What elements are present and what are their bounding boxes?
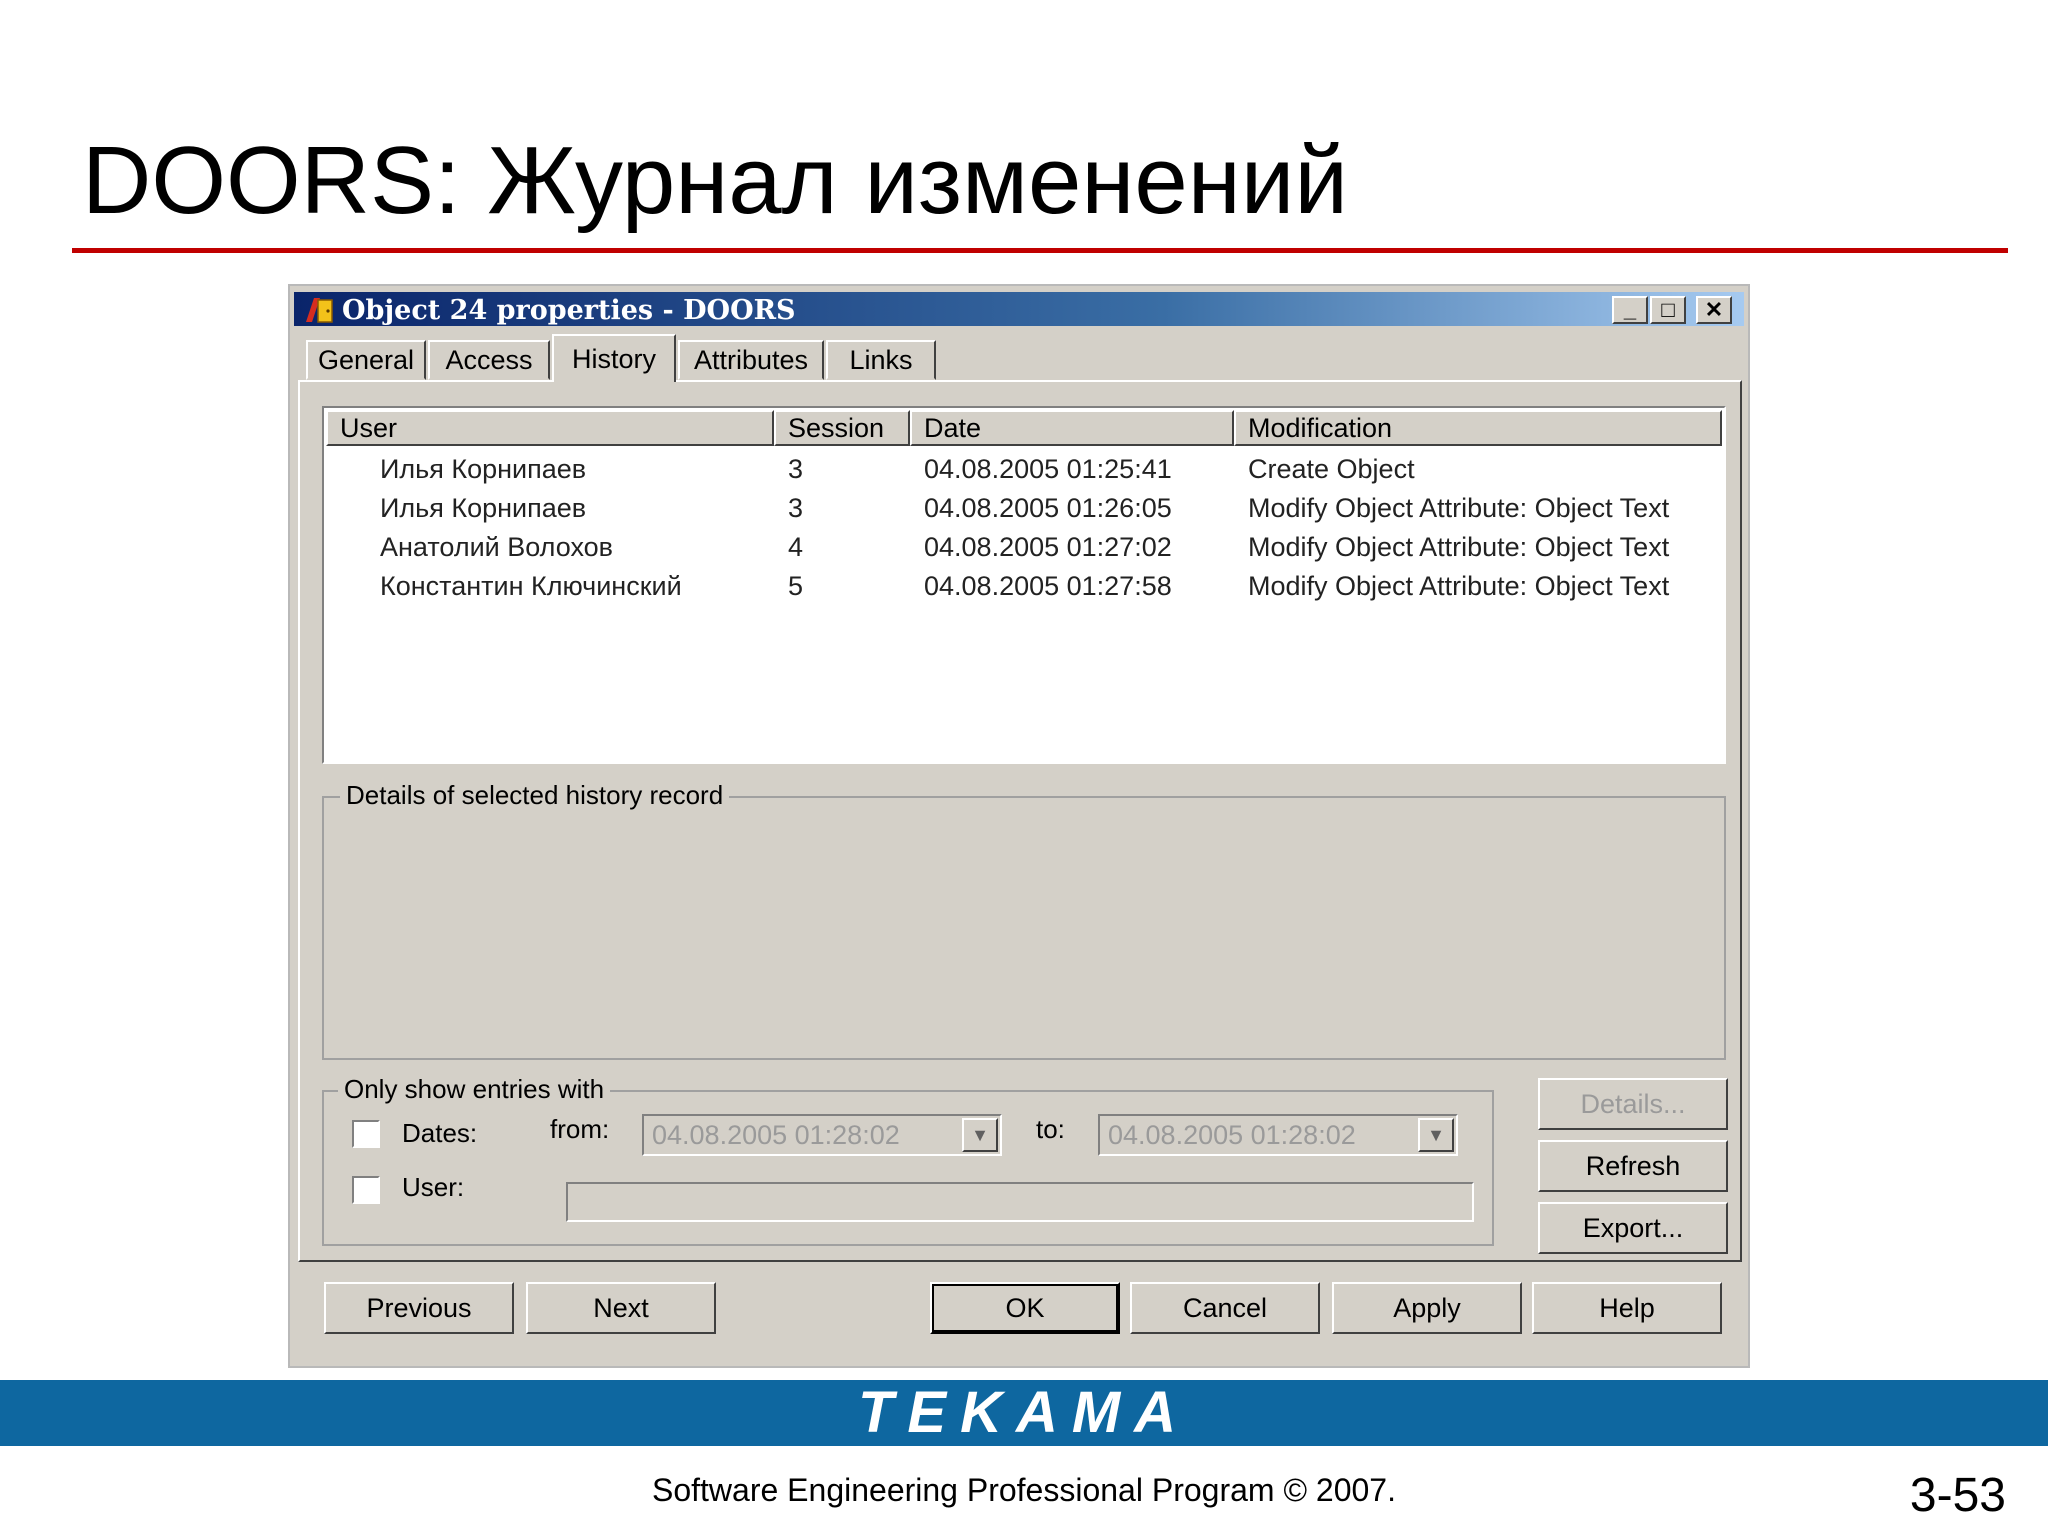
cell-date: 04.08.2005 01:27:02 — [924, 532, 1172, 562]
dates-checkbox[interactable] — [352, 1120, 380, 1148]
export-button[interactable]: Export... — [1538, 1202, 1728, 1254]
cell-session: 3 — [788, 454, 804, 484]
cell-modification: Modify Object Attribute: Object Text — [1248, 493, 1670, 523]
doors-app-icon — [304, 296, 334, 324]
history-list[interactable]: User Session Date Modification Илья Корн… — [322, 406, 1726, 764]
tab-attributes[interactable]: Attributes — [678, 340, 824, 380]
chevron-down-icon[interactable]: ▼ — [1418, 1118, 1454, 1152]
user-filter-input[interactable] — [566, 1182, 1474, 1222]
cell-modification: Modify Object Attribute: Object Text — [1248, 571, 1670, 601]
from-label: from: — [550, 1114, 610, 1144]
column-header-session[interactable]: Session — [774, 410, 910, 446]
to-date-combo[interactable]: 04.08.2005 01:28:02 ▼ — [1098, 1114, 1458, 1156]
to-date-value: 04.08.2005 01:28:02 — [1108, 1120, 1356, 1150]
table-row[interactable]: Константин Ключинский 5 04.08.2005 01:27… — [326, 569, 1722, 607]
footer-text: Software Engineering Professional Progra… — [652, 1472, 1396, 1508]
details-button[interactable]: Details... — [1538, 1078, 1728, 1130]
cell-user: Анатолий Волохов — [380, 532, 614, 562]
cell-session: 5 — [788, 571, 804, 601]
from-date-value: 04.08.2005 01:28:02 — [652, 1120, 900, 1150]
column-header-date[interactable]: Date — [910, 410, 1234, 446]
column-header-modification[interactable]: Modification — [1234, 410, 1722, 446]
tab-access[interactable]: Access — [428, 340, 550, 380]
to-label: to: — [1036, 1114, 1065, 1144]
minimize-icon: _ — [1623, 297, 1637, 322]
window-title: Object 24 properties - DOORS — [342, 295, 796, 326]
tab-general[interactable]: General — [306, 340, 426, 380]
cell-user: Илья Корнипаев — [380, 493, 587, 523]
cell-modification: Create Object — [1248, 454, 1415, 484]
cell-date: 04.08.2005 01:26:05 — [924, 493, 1172, 523]
table-row[interactable]: Илья Корнипаев 3 04.08.2005 01:26:05 Mod… — [326, 491, 1722, 529]
details-group — [322, 796, 1726, 1060]
table-row[interactable]: Анатолий Волохов 4 04.08.2005 01:27:02 M… — [326, 530, 1722, 568]
refresh-button[interactable]: Refresh — [1538, 1140, 1728, 1192]
previous-button[interactable]: Previous — [324, 1282, 514, 1334]
brand-logo-text: TEKAMA — [857, 1380, 1191, 1445]
help-button[interactable]: Help — [1532, 1282, 1722, 1334]
user-checkbox[interactable] — [352, 1176, 380, 1204]
details-group-label: Details of selected history record — [340, 780, 730, 811]
apply-button[interactable]: Apply — [1332, 1282, 1522, 1334]
next-button[interactable]: Next — [526, 1282, 716, 1334]
title-bar[interactable]: Object 24 properties - DOORS _ □ ✕ — [294, 292, 1744, 326]
dates-label: Dates: — [402, 1118, 478, 1148]
column-header-user[interactable]: User — [326, 410, 774, 446]
maximize-button[interactable]: □ — [1650, 296, 1686, 324]
close-button[interactable]: ✕ — [1696, 296, 1732, 324]
cell-modification: Modify Object Attribute: Object Text — [1248, 532, 1670, 562]
title-divider — [72, 248, 2008, 253]
slide-title: DOORS: Журнал изменений — [82, 127, 1349, 234]
tab-history[interactable]: History — [552, 334, 676, 382]
object-properties-dialog: Object 24 properties - DOORS _ □ ✕ Gener… — [288, 284, 1750, 1368]
table-row[interactable]: Илья Корнипаев 3 04.08.2005 01:25:41 Cre… — [326, 452, 1722, 490]
cell-date: 04.08.2005 01:27:58 — [924, 571, 1172, 601]
from-date-combo[interactable]: 04.08.2005 01:28:02 ▼ — [642, 1114, 1002, 1156]
cell-session: 3 — [788, 493, 804, 523]
cell-user: Илья Корнипаев — [380, 454, 587, 484]
cancel-button[interactable]: Cancel — [1130, 1282, 1320, 1334]
minimize-button[interactable]: _ — [1612, 296, 1648, 324]
cell-date: 04.08.2005 01:25:41 — [924, 454, 1172, 484]
cell-user: Константин Ключинский — [380, 571, 682, 601]
ok-button[interactable]: OK — [930, 1282, 1120, 1334]
tab-links[interactable]: Links — [826, 340, 936, 380]
user-label: User: — [402, 1172, 465, 1202]
filter-group-label: Only show entries with — [338, 1074, 611, 1105]
page-number: 3-53 — [1909, 1469, 2006, 1522]
maximize-icon: □ — [1661, 297, 1675, 322]
close-icon: ✕ — [1704, 297, 1724, 322]
chevron-down-icon[interactable]: ▼ — [962, 1118, 998, 1152]
cell-session: 4 — [788, 532, 804, 562]
